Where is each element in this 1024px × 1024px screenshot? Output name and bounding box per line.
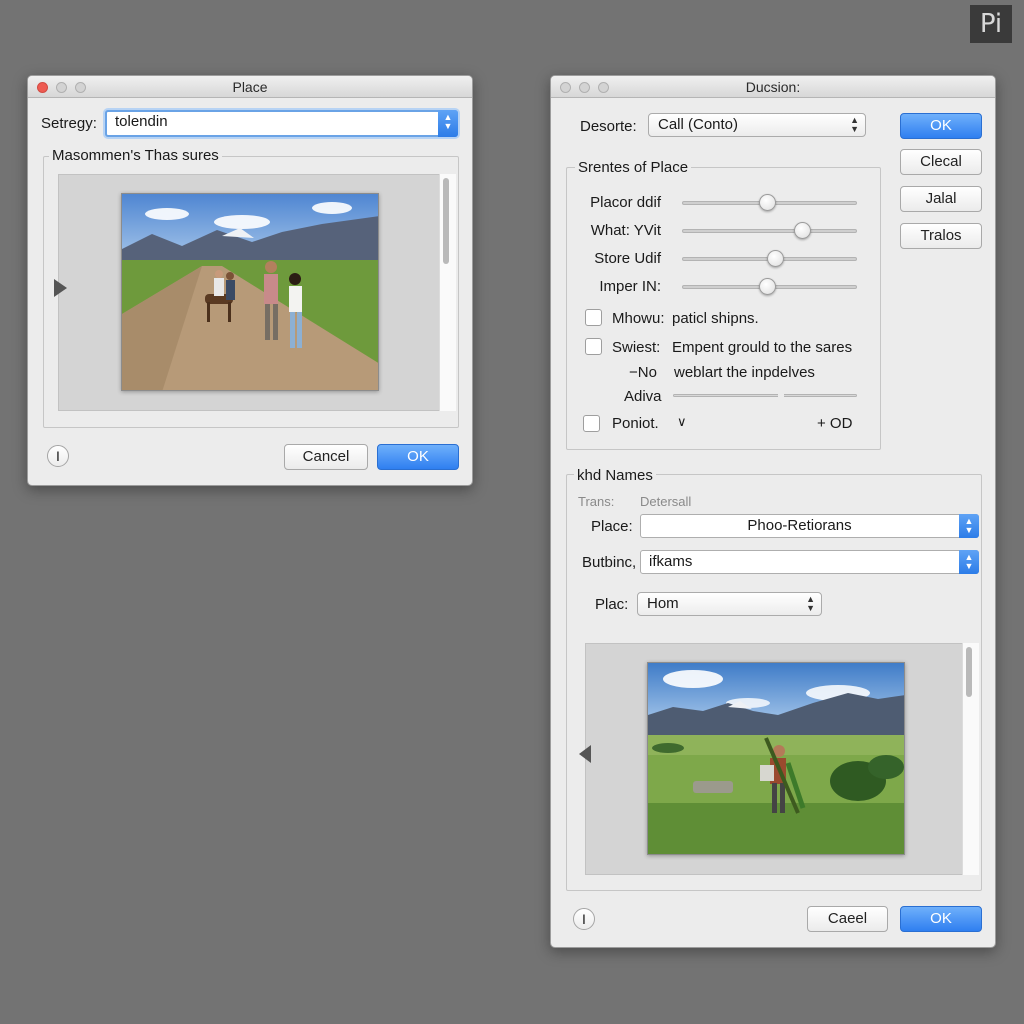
slider-label-store: Store Udif: [594, 250, 661, 267]
plac-popup[interactable]: Hom ▲ ▼: [637, 592, 822, 616]
tralos-button[interactable]: Tralos: [900, 223, 982, 249]
swiest-label: Swiest:: [612, 339, 661, 356]
collapse-arrow-icon[interactable]: [579, 745, 591, 763]
desorte-value: Call (Conto): [658, 116, 739, 133]
preview-scrollbar[interactable]: [439, 174, 456, 411]
ok-button[interactable]: OK: [900, 906, 982, 932]
slider-imper-knob[interactable]: [759, 278, 776, 295]
help-button[interactable]: I: [573, 908, 595, 930]
slider-label-placor: Placor ddif: [590, 194, 661, 211]
jalal-button[interactable]: Jalal: [900, 186, 982, 212]
place-value: Phoo-Retiorans: [747, 517, 852, 534]
place-label: Place:: [591, 518, 633, 535]
strategy-combo-field[interactable]: tolendin ▲ ▼: [105, 110, 458, 137]
strategy-value: tolendin: [115, 113, 168, 130]
place-dialog-titlebar: Place: [28, 76, 472, 98]
poniot-label: Poniot.: [612, 415, 659, 432]
zoom-window-button[interactable]: [598, 82, 609, 93]
close-window-button[interactable]: [37, 82, 48, 93]
decision-dialog-title: Ducsion:: [745, 79, 801, 95]
strategy-stepper-icon[interactable]: ▲ ▼: [438, 110, 458, 137]
chevron-updown-icon: ▲ ▼: [850, 115, 859, 134]
desorte-label: Desorte:: [580, 118, 637, 135]
desorte-popup[interactable]: Call (Conto) ▲ ▼: [648, 113, 866, 137]
no-text: weblart the inpdelves: [674, 364, 815, 381]
butbinc-value: ifkams: [649, 553, 693, 570]
preview-photo: [121, 193, 379, 391]
slider-label-imper: Imper IN:: [599, 278, 661, 295]
trans-label: Trans:: [578, 494, 615, 509]
mhowu-text: paticl shipns.: [672, 310, 759, 327]
butbinc-combo-field[interactable]: ifkams ▲ ▼: [640, 550, 979, 574]
slider-imper[interactable]: [682, 278, 857, 295]
ok-top-button[interactable]: OK: [900, 113, 982, 139]
cancel-button[interactable]: Caeel: [807, 906, 888, 932]
names-preview-scrollbar[interactable]: [962, 643, 979, 875]
settings-group-title: Srentes of Place: [575, 159, 692, 176]
preview-scroll-thumb[interactable]: [443, 178, 449, 264]
adiva-slider[interactable]: [673, 394, 857, 399]
names-preview-scroll-thumb[interactable]: [966, 647, 972, 697]
clecal-button[interactable]: Clecal: [900, 149, 982, 175]
landscape-with-people-image: [122, 194, 378, 390]
place-dialog: Place Setregy: tolendin ▲ ▼ Masommen's Th…: [27, 75, 473, 486]
names-preview-photo: [647, 662, 905, 855]
add-od-button[interactable]: + OD: [817, 415, 852, 432]
swiest-text: Empent grould to the sares: [672, 339, 853, 356]
plac-value: Hom: [647, 595, 679, 612]
ok-button[interactable]: OK: [377, 444, 459, 470]
decision-dialog: Ducsion: Desorte: Call (Conto) ▲ ▼ OK Cle…: [550, 75, 996, 948]
slider-label-what: What: YVit: [590, 222, 661, 239]
slider-placor[interactable]: [682, 194, 857, 211]
place-combo-field[interactable]: Phoo-Retiorans ▲ ▼: [640, 514, 979, 538]
chevron-down-icon[interactable]: ∨: [677, 415, 687, 430]
mhowu-checkbox[interactable]: [585, 309, 602, 326]
app-logo-badge: Pi: [970, 5, 1012, 43]
preview-expand-arrow-icon[interactable]: [54, 279, 67, 297]
slider-placor-knob[interactable]: [759, 194, 776, 211]
place-stepper-icon[interactable]: ▲ ▼: [959, 514, 979, 538]
mhowu-label: Mhowu:: [612, 310, 665, 327]
swiest-checkbox[interactable]: [585, 338, 602, 355]
plac-label: Plac:: [595, 596, 629, 613]
minimize-window-button[interactable]: [56, 82, 67, 93]
adiva-label: Adiva: [624, 388, 662, 405]
slider-what[interactable]: [682, 222, 857, 239]
preview-group-title: Masommen's Thas sures: [49, 147, 222, 164]
slider-store[interactable]: [682, 250, 857, 267]
poniot-checkbox[interactable]: [583, 415, 600, 432]
butbinc-stepper-icon[interactable]: ▲ ▼: [959, 550, 979, 574]
adiva-slider-marker[interactable]: [778, 394, 784, 399]
minimize-window-button[interactable]: [579, 82, 590, 93]
close-window-button[interactable]: [560, 82, 571, 93]
names-group-title: khd Names: [574, 467, 656, 484]
place-dialog-title: Place: [232, 79, 268, 95]
help-button[interactable]: I: [47, 445, 69, 467]
decision-dialog-titlebar: Ducsion:: [551, 76, 995, 98]
cancel-button[interactable]: Cancel: [284, 444, 368, 470]
trans-value: Detersall: [640, 494, 692, 509]
no-label: −No: [629, 364, 657, 381]
slider-what-knob[interactable]: [794, 222, 811, 239]
chevron-updown-icon: ▲ ▼: [806, 594, 815, 613]
strategy-label: Setregy:: [41, 115, 97, 132]
meadow-with-hiker-image: [648, 663, 904, 854]
butbinc-label: Butbinc,: [582, 554, 637, 571]
slider-store-knob[interactable]: [767, 250, 784, 267]
zoom-window-button[interactable]: [75, 82, 86, 93]
